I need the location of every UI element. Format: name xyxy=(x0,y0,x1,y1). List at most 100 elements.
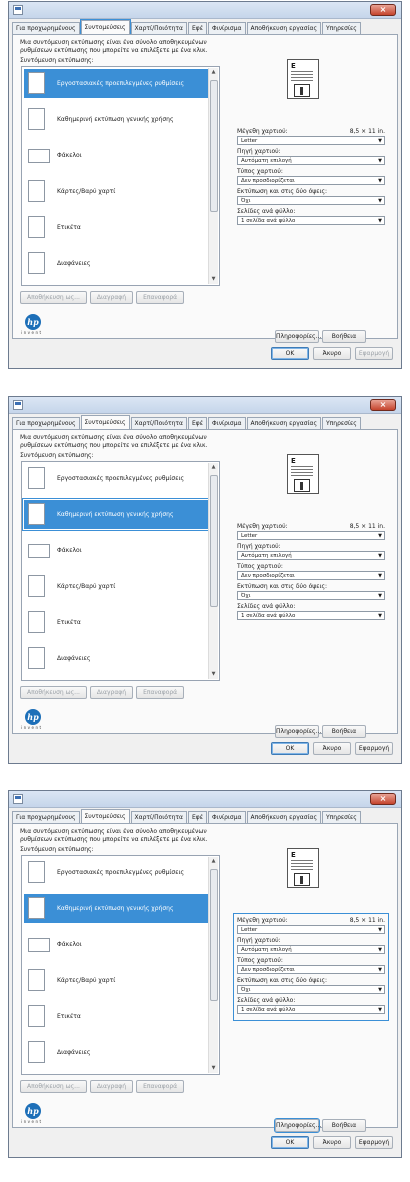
shortcut-item-labels[interactable]: Ετικέτα xyxy=(24,213,210,242)
scroll-down-arrow-icon[interactable]: ▼ xyxy=(209,1064,218,1073)
tab-advanced[interactable]: Για προχωρημένους xyxy=(12,22,80,34)
tab-shortcuts[interactable]: Συντομεύσεις xyxy=(80,415,130,429)
paper-size-select[interactable]: Letter ▼ xyxy=(237,136,385,145)
list-scrollbar[interactable]: ▲ ▼ xyxy=(208,463,218,679)
shortcut-item-transparencies[interactable]: Διαφάνειες xyxy=(24,249,210,278)
title-bar: × xyxy=(9,397,401,414)
tab-advanced[interactable]: Για προχωρημένους xyxy=(12,811,80,823)
paper-size-select[interactable]: Letter ▼ xyxy=(237,531,385,540)
close-button[interactable]: × xyxy=(370,793,396,805)
duplex-select[interactable]: Όχι ▼ xyxy=(237,985,385,994)
shortcut-list[interactable]: Εργοστασιακές προεπιλεγμένες ρυθμίσεις Κ… xyxy=(21,461,220,681)
shortcut-item-transparencies[interactable]: Διαφάνειες xyxy=(24,644,210,673)
pages-per-sheet-select[interactable]: 1 σελίδα ανά φύλλο ▼ xyxy=(237,1005,385,1014)
list-item-label: Ετικέτα xyxy=(57,224,81,231)
delete-button[interactable]: Διαγραφή xyxy=(89,686,134,699)
shortcut-item-envelopes[interactable]: Φάκελοι xyxy=(24,141,210,170)
reset-button[interactable]: Επαναφορά xyxy=(136,1080,185,1093)
scroll-thumb[interactable] xyxy=(210,869,218,1001)
tab-effects[interactable]: Εφέ xyxy=(187,417,207,429)
paper-type-select[interactable]: Δεν προσδιορίζεται ▼ xyxy=(237,965,385,974)
shortcut-item-cardstock[interactable]: Κάρτες/Βαρύ χαρτί xyxy=(24,177,210,206)
tab-shortcuts[interactable]: Συντομεύσεις xyxy=(79,19,131,35)
tab-finishing[interactable]: Φινίρισμα xyxy=(207,417,246,429)
paper-type-select[interactable]: Δεν προσδιορίζεται ▼ xyxy=(237,176,385,185)
paper-type-select[interactable]: Δεν προσδιορίζεται ▼ xyxy=(237,571,385,580)
tab-paper-quality[interactable]: Χαρτί/Ποιότητα xyxy=(130,811,187,823)
shortcut-item-cardstock[interactable]: Κάρτες/Βαρύ χαρτί xyxy=(24,572,210,601)
paper-source-select[interactable]: Αυτόματη επιλογή ▼ xyxy=(237,945,385,954)
tab-job-storage[interactable]: Αποθήκευση εργασίας xyxy=(246,417,322,429)
list-item-label: Φάκελοι xyxy=(57,547,82,554)
list-item-label: Φάκελοι xyxy=(57,941,82,948)
delete-button[interactable]: Διαγραφή xyxy=(89,291,134,304)
duplex-select[interactable]: Όχι ▼ xyxy=(237,196,385,205)
tab-job-storage[interactable]: Αποθήκευση εργασίας xyxy=(246,811,322,823)
close-button[interactable]: × xyxy=(370,399,396,411)
shortcut-item-everyday[interactable]: Καθημερινή εκτύπωση γενικής χρήσης xyxy=(24,105,210,134)
shortcut-item-factory-defaults[interactable]: Εργοστασιακές προεπιλεγμένες ρυθμίσεις xyxy=(24,69,210,98)
cancel-button[interactable]: Άκυρο xyxy=(313,347,351,360)
hp-logo-mark: hp xyxy=(25,709,41,725)
reset-button[interactable]: Επαναφορά xyxy=(136,291,185,304)
duplex-select[interactable]: Όχι ▼ xyxy=(237,591,385,600)
scroll-down-arrow-icon[interactable]: ▼ xyxy=(209,670,218,679)
scroll-thumb[interactable] xyxy=(210,475,218,607)
save-as-button[interactable]: Αποθήκευση ως... xyxy=(20,1080,87,1093)
tab-effects[interactable]: Εφέ xyxy=(187,22,207,34)
list-scrollbar[interactable]: ▲ ▼ xyxy=(208,68,218,284)
ok-button[interactable]: OK xyxy=(271,1136,309,1149)
tab-job-storage[interactable]: Αποθήκευση εργασίας xyxy=(246,22,322,34)
shortcut-item-envelopes[interactable]: Φάκελοι xyxy=(24,930,210,959)
cancel-button[interactable]: Άκυρο xyxy=(313,742,351,755)
cancel-button[interactable]: Άκυρο xyxy=(313,1136,351,1149)
paper-size-dims: 8,5 × 11 in. xyxy=(349,128,385,135)
tab-services[interactable]: Υπηρεσίες xyxy=(322,811,361,823)
tab-advanced[interactable]: Για προχωρημένους xyxy=(12,417,80,429)
shortcut-item-everyday[interactable]: Καθημερινή εκτύπωση γενικής χρήσης xyxy=(24,894,210,923)
apply-button[interactable]: Εφαρμογή xyxy=(355,742,393,755)
scroll-up-arrow-icon[interactable]: ▲ xyxy=(209,463,218,472)
scroll-up-arrow-icon[interactable]: ▲ xyxy=(209,857,218,866)
paper-size-select[interactable]: Letter ▼ xyxy=(237,925,385,934)
paper-source-select[interactable]: Αυτόματη επιλογή ▼ xyxy=(237,156,385,165)
shortcut-item-factory-defaults[interactable]: Εργοστασιακές προεπιλεγμένες ρυθμίσεις xyxy=(24,464,210,493)
reset-button[interactable]: Επαναφορά xyxy=(136,686,185,699)
tab-finishing[interactable]: Φινίρισμα xyxy=(207,811,246,823)
shortcut-list[interactable]: Εργοστασιακές προεπιλεγμένες ρυθμίσεις Κ… xyxy=(21,66,220,286)
tab-shortcuts[interactable]: Συντομεύσεις xyxy=(80,809,130,823)
shortcut-item-envelopes[interactable]: Φάκελοι xyxy=(24,536,210,565)
scroll-thumb[interactable] xyxy=(210,80,218,212)
shortcut-item-labels[interactable]: Ετικέτα xyxy=(24,1002,210,1031)
delete-button[interactable]: Διαγραφή xyxy=(89,1080,134,1093)
chevron-down-icon: ▼ xyxy=(378,218,382,224)
close-button[interactable]: × xyxy=(370,4,396,16)
ok-button[interactable]: OK xyxy=(271,347,309,360)
save-as-button[interactable]: Αποθήκευση ως... xyxy=(20,291,87,304)
shortcut-item-cardstock[interactable]: Κάρτες/Βαρύ χαρτί xyxy=(24,966,210,995)
shortcut-item-transparencies[interactable]: Διαφάνειες xyxy=(24,1038,210,1067)
scroll-down-arrow-icon[interactable]: ▼ xyxy=(209,275,218,284)
apply-button[interactable]: Εφαρμογή xyxy=(355,347,393,360)
shortcut-item-everyday[interactable]: Καθημερινή εκτύπωση γενικής χρήσης xyxy=(22,498,212,531)
list-item-label: Κάρτες/Βαρύ χαρτί xyxy=(57,977,116,984)
tab-services[interactable]: Υπηρεσίες xyxy=(322,417,361,429)
shortcut-item-labels[interactable]: Ετικέτα xyxy=(24,608,210,637)
list-scrollbar[interactable]: ▲ ▼ xyxy=(208,857,218,1073)
scroll-up-arrow-icon[interactable]: ▲ xyxy=(209,68,218,77)
blank-page-icon xyxy=(28,861,45,883)
pages-per-sheet-select[interactable]: 1 σελίδα ανά φύλλο ▼ xyxy=(237,216,385,225)
shortcut-item-factory-defaults[interactable]: Εργοστασιακές προεπιλεγμένες ρυθμίσεις xyxy=(24,858,210,887)
shortcut-list[interactable]: Εργοστασιακές προεπιλεγμένες ρυθμίσεις Κ… xyxy=(21,855,220,1075)
save-as-button[interactable]: Αποθήκευση ως... xyxy=(20,686,87,699)
tab-paper-quality[interactable]: Χαρτί/Ποιότητα xyxy=(130,22,187,34)
tab-effects[interactable]: Εφέ xyxy=(187,811,207,823)
apply-button[interactable]: Εφαρμογή xyxy=(355,1136,393,1149)
tab-paper-quality[interactable]: Χαρτί/Ποιότητα xyxy=(130,417,187,429)
tab-finishing[interactable]: Φινίρισμα xyxy=(207,22,246,34)
chevron-down-icon: ▼ xyxy=(378,573,382,579)
tab-services[interactable]: Υπηρεσίες xyxy=(322,22,361,34)
paper-source-select[interactable]: Αυτόματη επιλογή ▼ xyxy=(237,551,385,560)
pages-per-sheet-select[interactable]: 1 σελίδα ανά φύλλο ▼ xyxy=(237,611,385,620)
ok-button[interactable]: OK xyxy=(271,742,309,755)
